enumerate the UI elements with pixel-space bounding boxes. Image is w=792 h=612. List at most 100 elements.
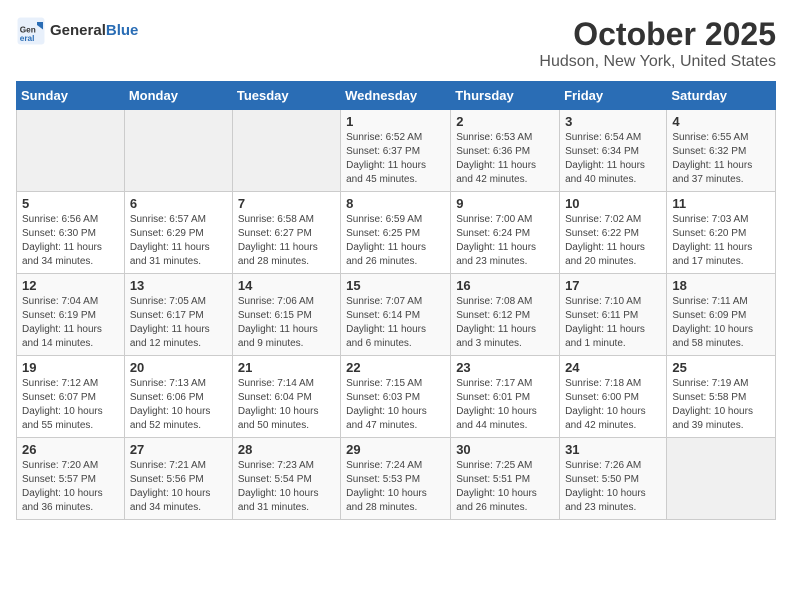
day-number: 7 xyxy=(238,196,335,211)
table-row: 17Sunrise: 7:10 AM Sunset: 6:11 PM Dayli… xyxy=(560,274,667,356)
table-row: 21 Sunrise: 7:14 AM Sunset: 6:04 PM Dayli… xyxy=(232,356,340,438)
header-sunday: Sunday xyxy=(17,82,125,110)
table-row: 27 Sunrise: 7:21 AM Sunset: 5:56 PM Dayli… xyxy=(124,438,232,520)
table-row: 25 Sunrise: 7:19 AM Sunset: 5:58 PM Dayli… xyxy=(667,356,776,438)
table-row: 12Sunrise: 7:04 AM Sunset: 6:19 PM Dayli… xyxy=(17,274,125,356)
day-number: 9 xyxy=(456,196,554,211)
day-info: Sunrise: 6:59 AM Sunset: 6:25 PM Dayligh… xyxy=(346,213,445,269)
title-section: October 2025 Hudson, New York, United St… xyxy=(539,16,776,71)
table-row: 5 Sunrise: 6:56 AM Sunset: 6:30 PM Daylig… xyxy=(17,192,125,274)
day-info: Sunrise: 7:14 AM Sunset: 6:04 PM Dayligh… xyxy=(238,377,335,433)
table-row: 31 Sunrise: 7:26 AM Sunset: 5:50 PM Dayli… xyxy=(560,438,667,520)
day-info: Sunrise: 7:07 AM Sunset: 6:14 PM Dayligh… xyxy=(346,295,445,351)
calendar-week-row: 5 Sunrise: 6:56 AM Sunset: 6:30 PM Daylig… xyxy=(17,192,776,274)
day-number: 13 xyxy=(130,278,227,293)
table-row: 15 Sunrise: 7:07 AM Sunset: 6:14 PM Dayli… xyxy=(341,274,451,356)
table-row: 13 Sunrise: 7:05 AM Sunset: 6:17 PM Dayli… xyxy=(124,274,232,356)
day-number: 8 xyxy=(346,196,445,211)
table-row: 3Sunrise: 6:54 AM Sunset: 6:34 PM Daylig… xyxy=(560,110,667,192)
day-info: Sunrise: 6:58 AM Sunset: 6:27 PM Dayligh… xyxy=(238,213,335,269)
day-number: 27 xyxy=(130,442,227,457)
day-number: 1 xyxy=(346,114,445,129)
day-number: 29 xyxy=(346,442,445,457)
calendar-header-row: Sunday Monday Tuesday Wednesday Thursday… xyxy=(17,82,776,110)
table-row xyxy=(667,438,776,520)
logo-icon: Gen eral xyxy=(16,16,46,46)
day-info: Sunrise: 6:52 AM Sunset: 6:37 PM Dayligh… xyxy=(346,131,445,187)
day-number: 17 xyxy=(565,278,661,293)
day-number: 26 xyxy=(22,442,119,457)
day-number: 24 xyxy=(565,360,661,375)
logo-general-text: GeneralBlue xyxy=(50,22,138,40)
table-row: 7 Sunrise: 6:58 AM Sunset: 6:27 PM Daylig… xyxy=(232,192,340,274)
table-row: 11Sunrise: 7:03 AM Sunset: 6:20 PM Dayli… xyxy=(667,192,776,274)
table-row: 19Sunrise: 7:12 AM Sunset: 6:07 PM Dayli… xyxy=(17,356,125,438)
logo: Gen eral GeneralBlue xyxy=(16,16,138,46)
day-number: 25 xyxy=(672,360,770,375)
day-info: Sunrise: 7:19 AM Sunset: 5:58 PM Dayligh… xyxy=(672,377,770,433)
table-row: 18 Sunrise: 7:11 AM Sunset: 6:09 PM Dayli… xyxy=(667,274,776,356)
day-number: 14 xyxy=(238,278,335,293)
table-row xyxy=(17,110,125,192)
day-number: 20 xyxy=(130,360,227,375)
table-row: 16Sunrise: 7:08 AM Sunset: 6:12 PM Dayli… xyxy=(451,274,560,356)
day-number: 5 xyxy=(22,196,119,211)
day-info: Sunrise: 7:24 AM Sunset: 5:53 PM Dayligh… xyxy=(346,459,445,515)
day-info: Sunrise: 6:56 AM Sunset: 6:30 PM Dayligh… xyxy=(22,213,119,269)
header-thursday: Thursday xyxy=(451,82,560,110)
header-monday: Monday xyxy=(124,82,232,110)
table-row: 14Sunrise: 7:06 AM Sunset: 6:15 PM Dayli… xyxy=(232,274,340,356)
day-info: Sunrise: 7:00 AM Sunset: 6:24 PM Dayligh… xyxy=(456,213,554,269)
day-info: Sunrise: 7:23 AM Sunset: 5:54 PM Dayligh… xyxy=(238,459,335,515)
day-info: Sunrise: 7:25 AM Sunset: 5:51 PM Dayligh… xyxy=(456,459,554,515)
table-row xyxy=(232,110,340,192)
day-number: 28 xyxy=(238,442,335,457)
calendar-subtitle: Hudson, New York, United States xyxy=(539,53,776,71)
table-row: 1 Sunrise: 6:52 AM Sunset: 6:37 PM Daylig… xyxy=(341,110,451,192)
svg-text:eral: eral xyxy=(20,34,35,43)
day-number: 23 xyxy=(456,360,554,375)
table-row: 6 Sunrise: 6:57 AM Sunset: 6:29 PM Daylig… xyxy=(124,192,232,274)
day-info: Sunrise: 7:12 AM Sunset: 6:07 PM Dayligh… xyxy=(22,377,119,433)
table-row: 23 Sunrise: 7:17 AM Sunset: 6:01 PM Dayli… xyxy=(451,356,560,438)
day-info: Sunrise: 7:05 AM Sunset: 6:17 PM Dayligh… xyxy=(130,295,227,351)
day-info: Sunrise: 7:17 AM Sunset: 6:01 PM Dayligh… xyxy=(456,377,554,433)
day-info: Sunrise: 6:57 AM Sunset: 6:29 PM Dayligh… xyxy=(130,213,227,269)
calendar-week-row: 26 Sunrise: 7:20 AM Sunset: 5:57 PM Dayli… xyxy=(17,438,776,520)
day-info: Sunrise: 7:20 AM Sunset: 5:57 PM Dayligh… xyxy=(22,459,119,515)
day-info: Sunrise: 7:21 AM Sunset: 5:56 PM Dayligh… xyxy=(130,459,227,515)
day-info: Sunrise: 7:03 AM Sunset: 6:20 PM Dayligh… xyxy=(672,213,770,269)
calendar-week-row: 1 Sunrise: 6:52 AM Sunset: 6:37 PM Daylig… xyxy=(17,110,776,192)
calendar-week-row: 19Sunrise: 7:12 AM Sunset: 6:07 PM Dayli… xyxy=(17,356,776,438)
day-info: Sunrise: 6:53 AM Sunset: 6:36 PM Dayligh… xyxy=(456,131,554,187)
day-info: Sunrise: 7:04 AM Sunset: 6:19 PM Dayligh… xyxy=(22,295,119,351)
table-row xyxy=(124,110,232,192)
day-info: Sunrise: 7:02 AM Sunset: 6:22 PM Dayligh… xyxy=(565,213,661,269)
header-friday: Friday xyxy=(560,82,667,110)
calendar-title: October 2025 xyxy=(539,16,776,53)
table-row: 2 Sunrise: 6:53 AM Sunset: 6:36 PM Daylig… xyxy=(451,110,560,192)
table-row: 9 Sunrise: 7:00 AM Sunset: 6:24 PM Daylig… xyxy=(451,192,560,274)
day-number: 18 xyxy=(672,278,770,293)
table-row: 22Sunrise: 7:15 AM Sunset: 6:03 PM Dayli… xyxy=(341,356,451,438)
day-number: 21 xyxy=(238,360,335,375)
calendar-table: Sunday Monday Tuesday Wednesday Thursday… xyxy=(16,81,776,520)
day-info: Sunrise: 7:26 AM Sunset: 5:50 PM Dayligh… xyxy=(565,459,661,515)
day-info: Sunrise: 7:13 AM Sunset: 6:06 PM Dayligh… xyxy=(130,377,227,433)
day-number: 6 xyxy=(130,196,227,211)
table-row: 29 Sunrise: 7:24 AM Sunset: 5:53 PM Dayli… xyxy=(341,438,451,520)
day-number: 15 xyxy=(346,278,445,293)
table-row: 10 Sunrise: 7:02 AM Sunset: 6:22 PM Dayli… xyxy=(560,192,667,274)
day-number: 31 xyxy=(565,442,661,457)
day-number: 22 xyxy=(346,360,445,375)
day-info: Sunrise: 7:11 AM Sunset: 6:09 PM Dayligh… xyxy=(672,295,770,351)
table-row: 8 Sunrise: 6:59 AM Sunset: 6:25 PM Daylig… xyxy=(341,192,451,274)
day-number: 10 xyxy=(565,196,661,211)
day-number: 2 xyxy=(456,114,554,129)
table-row: 28 Sunrise: 7:23 AM Sunset: 5:54 PM Dayli… xyxy=(232,438,340,520)
day-info: Sunrise: 7:08 AM Sunset: 6:12 PM Dayligh… xyxy=(456,295,554,351)
table-row: 26 Sunrise: 7:20 AM Sunset: 5:57 PM Dayli… xyxy=(17,438,125,520)
day-number: 30 xyxy=(456,442,554,457)
page-header: Gen eral GeneralBlue October 2025 Hudson… xyxy=(16,16,776,71)
day-number: 4 xyxy=(672,114,770,129)
